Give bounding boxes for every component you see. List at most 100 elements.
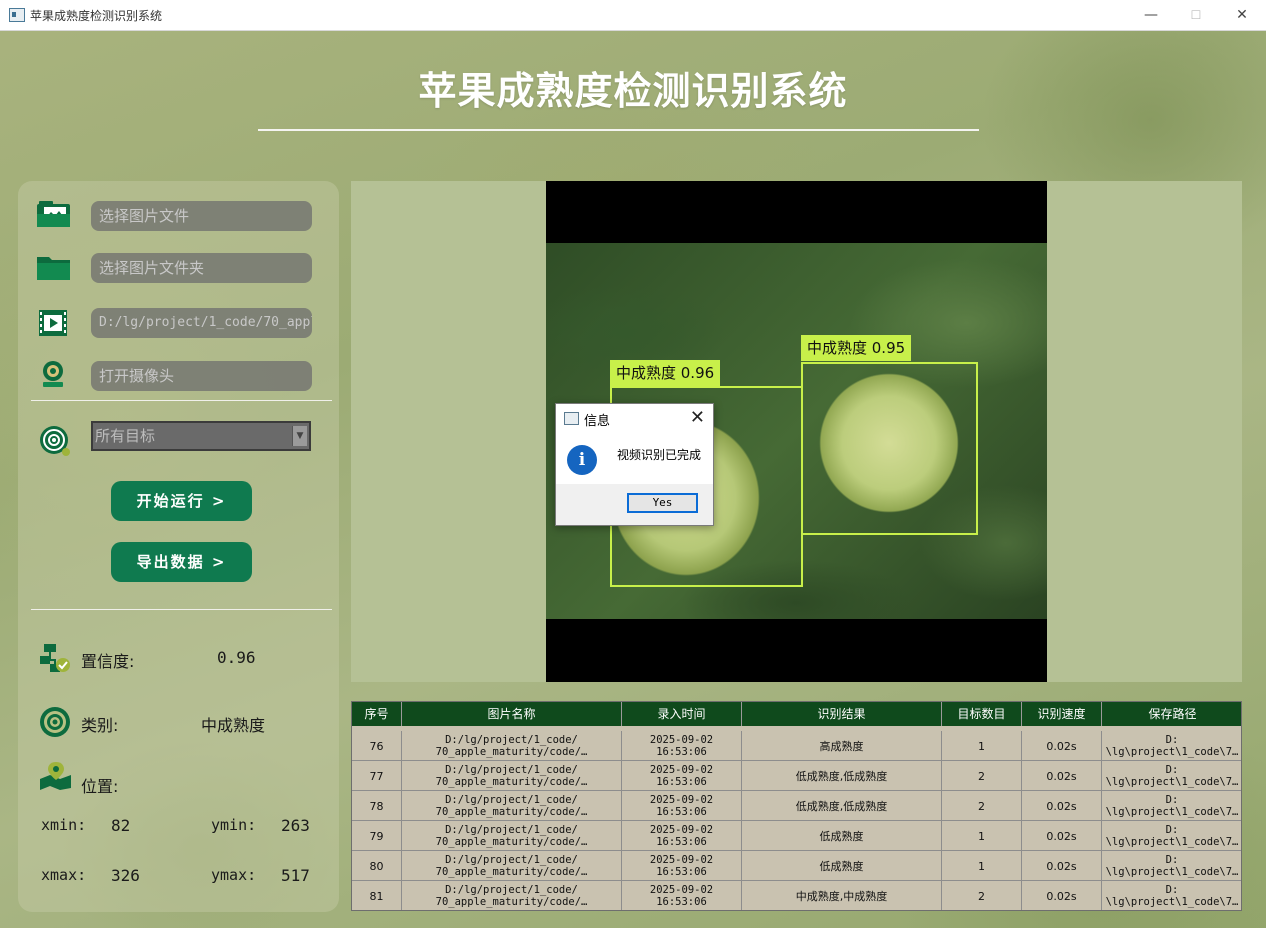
target-select[interactable]: 所有目标 ▼ [91, 421, 311, 451]
table-cell-path: D: \lg\project\1_code\7… [1102, 791, 1241, 821]
table-row[interactable]: 81 D:/lg/project/1_code/ 70_apple_maturit… [352, 881, 1241, 910]
confidence-value: 0.96 [217, 648, 256, 667]
divider [31, 400, 332, 401]
table-cell-count: 1 [942, 851, 1022, 881]
table-cell-time: 2025-09-02 16:53:06 [622, 881, 742, 910]
ymin-label: ymin: [211, 816, 257, 834]
table-cell-name: D:/lg/project/1_code/ 70_apple_maturity/… [402, 761, 622, 791]
table-cell-count: 1 [942, 731, 1022, 761]
table-cell-result: 高成熟度 [742, 731, 942, 761]
info-dialog: 信息 ✕ i 视频识别已完成 Yes [555, 403, 714, 526]
target-icon [38, 424, 74, 456]
table-cell-result: 低成熟度,低成熟度 [742, 791, 942, 821]
table-cell-id: 80 [352, 851, 402, 881]
image-folder-input[interactable]: 选择图片文件夹 [91, 253, 312, 283]
detection-label: 中成熟度 0.95 [801, 335, 912, 361]
table-cell-speed: 0.02s [1022, 821, 1102, 851]
class-icon [39, 706, 75, 737]
minimize-button[interactable]: — [1128, 0, 1174, 30]
class-label: 类别: [81, 716, 119, 735]
table-cell-id: 78 [352, 791, 402, 821]
table-cell-speed: 0.02s [1022, 761, 1102, 791]
maximize-button[interactable]: ☐ [1173, 0, 1219, 30]
table-cell-time: 2025-09-02 16:53:06 [622, 761, 742, 791]
camera-icon[interactable] [36, 359, 72, 389]
table-cell-name: D:/lg/project/1_code/ 70_apple_maturity/… [402, 881, 622, 910]
yes-button[interactable]: Yes [627, 493, 698, 513]
ymax-label: ymax: [211, 866, 257, 884]
table-cell-time: 2025-09-02 16:53:06 [622, 791, 742, 821]
window-titlebar: 苹果成熟度检测识别系统 — ☐ ✕ [0, 0, 1266, 31]
detection-label: 中成熟度 0.96 [610, 360, 721, 386]
table-cell-path: D: \lg\project\1_code\7… [1102, 881, 1241, 910]
window-title: 苹果成熟度检测识别系统 [30, 9, 163, 23]
table-cell-result: 低成熟度 [742, 851, 942, 881]
column-header[interactable]: 录入时间 [622, 702, 742, 726]
xmin-value: 82 [111, 816, 131, 835]
dialog-message: 视频识别已完成 [617, 448, 702, 462]
table-row[interactable]: 77 D:/lg/project/1_code/ 70_apple_maturit… [352, 761, 1241, 791]
ymin-value: 263 [281, 816, 310, 835]
app-icon [9, 8, 25, 22]
folder-icon[interactable] [36, 252, 72, 282]
table-cell-count: 1 [942, 821, 1022, 851]
video-path-input[interactable]: D:/lg/project/1_code/70_apple [91, 308, 312, 338]
table-row[interactable]: 76 D:/lg/project/1_code/ 70_apple_maturit… [352, 731, 1241, 761]
class-value: 中成熟度 [201, 716, 266, 735]
table-cell-result: 低成熟度 [742, 821, 942, 851]
camera-input[interactable]: 打开摄像头 [91, 361, 312, 391]
column-header[interactable]: 图片名称 [402, 702, 622, 726]
column-header[interactable]: 目标数目 [942, 702, 1022, 726]
table-cell-id: 81 [352, 881, 402, 910]
results-table[interactable]: 序号 图片名称 录入时间 识别结果 目标数目 识别速度 保存路径 76 D:/lg… [351, 701, 1242, 911]
table-cell-count: 2 [942, 791, 1022, 821]
table-row[interactable]: 78 D:/lg/project/1_code/ 70_apple_maturit… [352, 791, 1241, 821]
image-file-input[interactable]: 选择图片文件 [91, 201, 312, 231]
close-button[interactable]: ✕ [1219, 0, 1265, 30]
table-cell-name: D:/lg/project/1_code/ 70_apple_maturity/… [402, 731, 622, 761]
dialog-footer: Yes [556, 484, 713, 525]
table-cell-time: 2025-09-02 16:53:06 [622, 851, 742, 881]
table-cell-name: D:/lg/project/1_code/ 70_apple_maturity/… [402, 851, 622, 881]
detection-box [801, 362, 978, 535]
close-icon[interactable]: ✕ [690, 407, 705, 428]
table-row[interactable]: 80 D:/lg/project/1_code/ 70_apple_maturit… [352, 851, 1241, 881]
position-label: 位置: [81, 777, 119, 796]
column-header[interactable]: 序号 [352, 702, 402, 726]
divider [31, 609, 332, 610]
xmax-value: 326 [111, 866, 140, 885]
table-cell-result: 低成熟度,低成熟度 [742, 761, 942, 791]
table-cell-time: 2025-09-02 16:53:06 [622, 731, 742, 761]
table-cell-id: 79 [352, 821, 402, 851]
column-header[interactable]: 识别速度 [1022, 702, 1102, 726]
table-cell-path: D: \lg\project\1_code\7… [1102, 731, 1241, 761]
target-select-value: 所有目标 [95, 427, 156, 445]
table-cell-path: D: \lg\project\1_code\7… [1102, 851, 1241, 881]
table-cell-count: 2 [942, 761, 1022, 791]
chevron-down-icon[interactable]: ▼ [292, 426, 307, 446]
table-cell-time: 2025-09-02 16:53:06 [622, 821, 742, 851]
column-header[interactable]: 识别结果 [742, 702, 942, 726]
table-cell-speed: 0.02s [1022, 851, 1102, 881]
dialog-app-icon [564, 412, 579, 425]
table-header: 序号 图片名称 录入时间 识别结果 目标数目 识别速度 保存路径 [352, 702, 1241, 726]
video-icon[interactable] [36, 308, 72, 338]
table-cell-path: D: \lg\project\1_code\7… [1102, 761, 1241, 791]
confidence-icon [38, 642, 74, 672]
page-title: 苹果成熟度检测识别系统 [418, 69, 848, 113]
table-cell-count: 2 [942, 881, 1022, 910]
column-header[interactable]: 保存路径 [1102, 702, 1241, 726]
location-icon [38, 760, 74, 790]
xmin-label: xmin: [41, 816, 87, 834]
table-cell-result: 中成熟度,中成熟度 [742, 881, 942, 910]
table-cell-speed: 0.02s [1022, 881, 1102, 910]
table-row[interactable]: 79 D:/lg/project/1_code/ 70_apple_maturit… [352, 821, 1241, 851]
table-cell-speed: 0.02s [1022, 791, 1102, 821]
dialog-title: 信息 [584, 414, 611, 429]
image-file-icon[interactable] [36, 199, 72, 229]
start-button[interactable]: 开始运行 > [111, 481, 252, 521]
info-icon: i [567, 445, 597, 475]
confidence-label: 置信度: [81, 652, 135, 671]
export-button[interactable]: 导出数据 > [111, 542, 252, 582]
table-cell-path: D: \lg\project\1_code\7… [1102, 821, 1241, 851]
